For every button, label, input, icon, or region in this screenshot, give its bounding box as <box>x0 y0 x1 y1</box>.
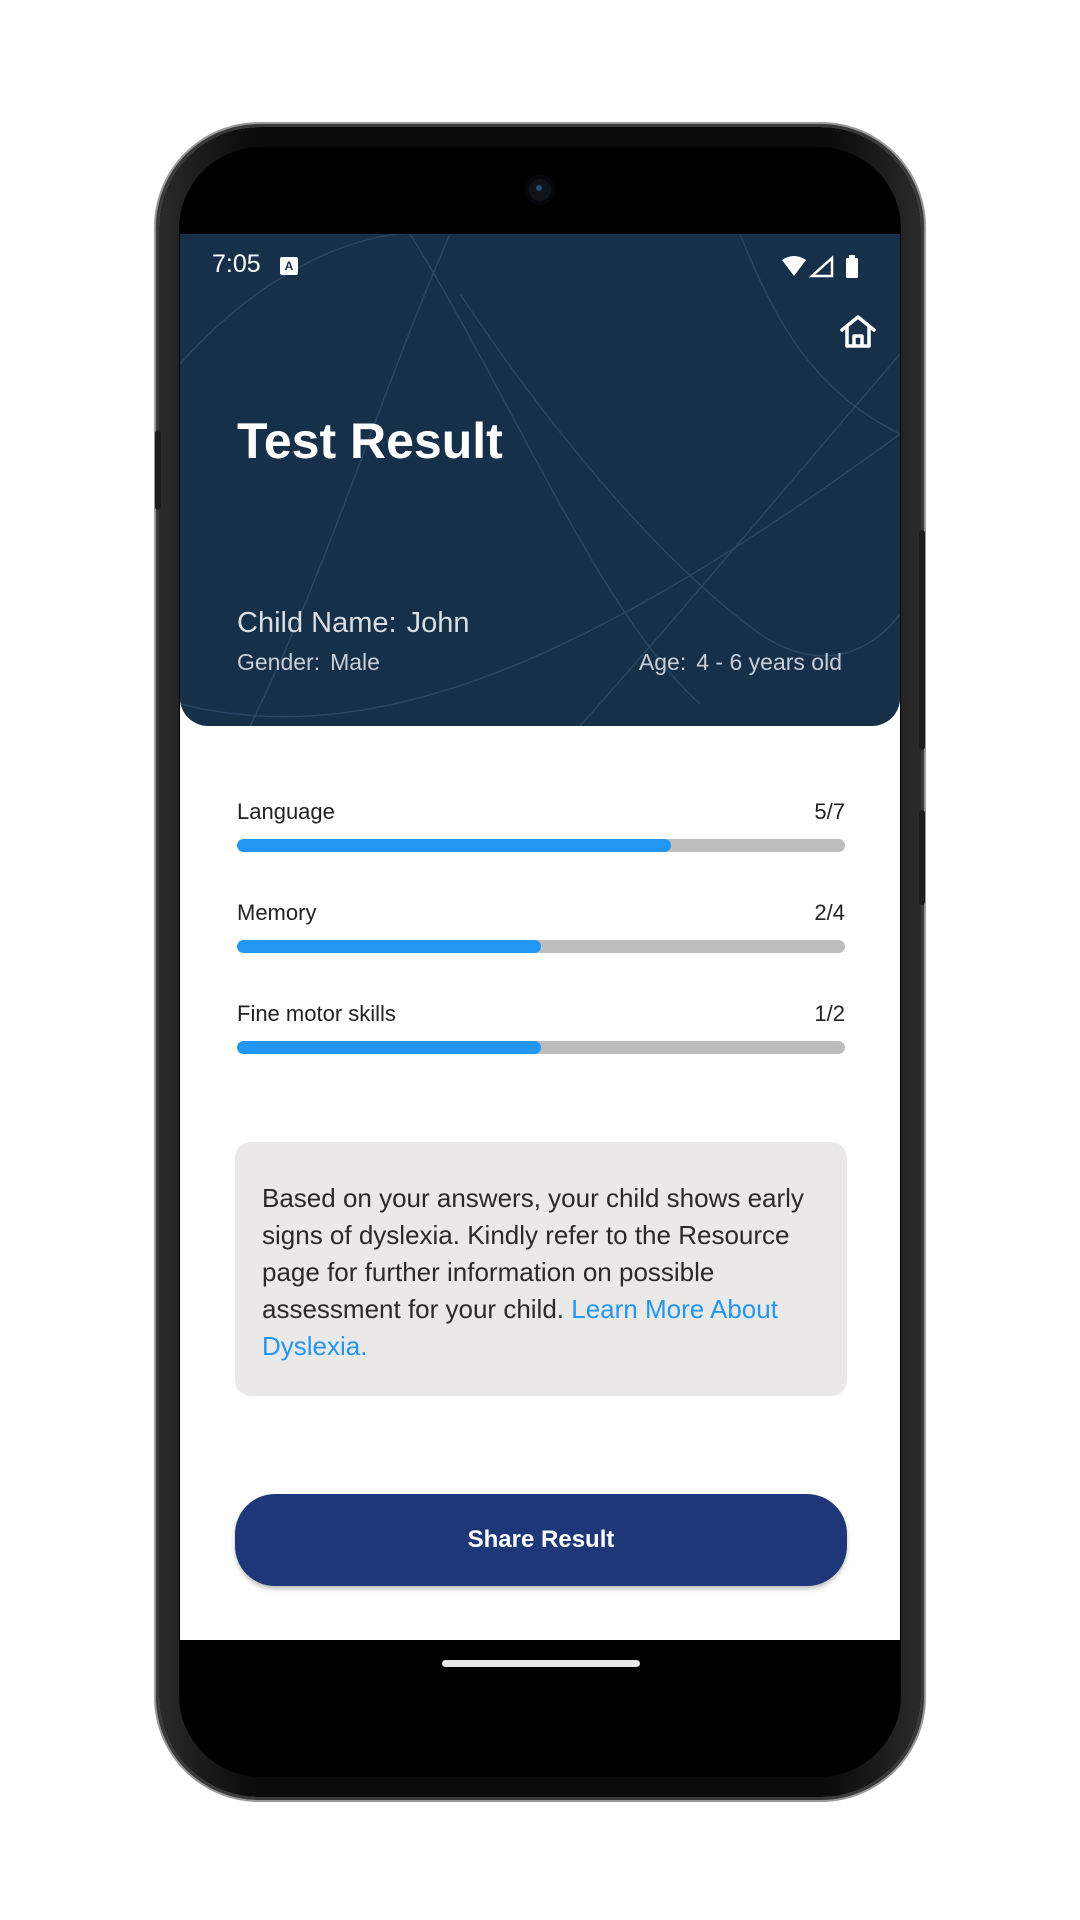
app-screen: 7:05 A Test Result Child Name: John Gende… <box>180 234 900 1640</box>
progress-fill <box>237 1041 541 1054</box>
child-name-label: Child Name: <box>237 607 397 639</box>
result-header: 7:05 A Test Result Child Name: John Gende… <box>180 234 900 726</box>
a-badge-icon: A <box>280 257 298 275</box>
child-name-value: John <box>406 607 470 639</box>
battery-icon <box>846 258 858 278</box>
result-info-box: Based on your answers, your child shows … <box>235 1142 847 1396</box>
wifi-icon <box>782 256 806 276</box>
skill-fine-motor: Fine motor skills 1/2 <box>237 1001 845 1061</box>
progress-track <box>237 839 845 852</box>
skill-score: 2/4 <box>814 900 845 925</box>
progress-fill <box>237 839 672 852</box>
progress-track <box>237 940 845 953</box>
child-name: Child Name: John <box>237 607 469 640</box>
phone-volume-button <box>919 530 925 750</box>
status-time: 7:05 <box>212 250 261 278</box>
phone-power-button <box>919 810 925 905</box>
child-age: Age: 4 - 6 years old <box>639 649 842 676</box>
skill-score: 1/2 <box>814 1001 845 1026</box>
age-label: Age: <box>638 649 687 675</box>
skill-label: Memory <box>237 900 317 925</box>
gender-label: Gender: <box>237 649 321 675</box>
progress-fill <box>237 940 541 953</box>
skill-memory: Memory 2/4 <box>237 900 845 960</box>
gesture-nav-handle[interactable] <box>442 1660 640 1667</box>
front-camera-icon <box>525 175 555 205</box>
phone-side-button <box>155 430 161 510</box>
skill-label: Language <box>237 799 335 824</box>
skill-language: Language 5/7 <box>237 799 845 859</box>
child-gender: Gender: Male <box>237 649 380 676</box>
skill-label: Fine motor skills <box>237 1001 396 1026</box>
progress-track <box>237 1041 845 1054</box>
skill-score: 5/7 <box>814 799 845 824</box>
status-icons <box>782 255 858 278</box>
home-icon[interactable] <box>836 310 880 354</box>
status-bar: 7:05 A <box>212 246 870 286</box>
gender-value: Male <box>330 649 380 675</box>
result-info-text: Based on your answers, your child shows … <box>262 1180 832 1365</box>
share-result-button[interactable]: Share Result <box>235 1494 847 1586</box>
signal-icon <box>808 255 834 278</box>
age-value: 4 - 6 years old <box>696 649 842 675</box>
page-title: Test Result <box>237 413 503 469</box>
